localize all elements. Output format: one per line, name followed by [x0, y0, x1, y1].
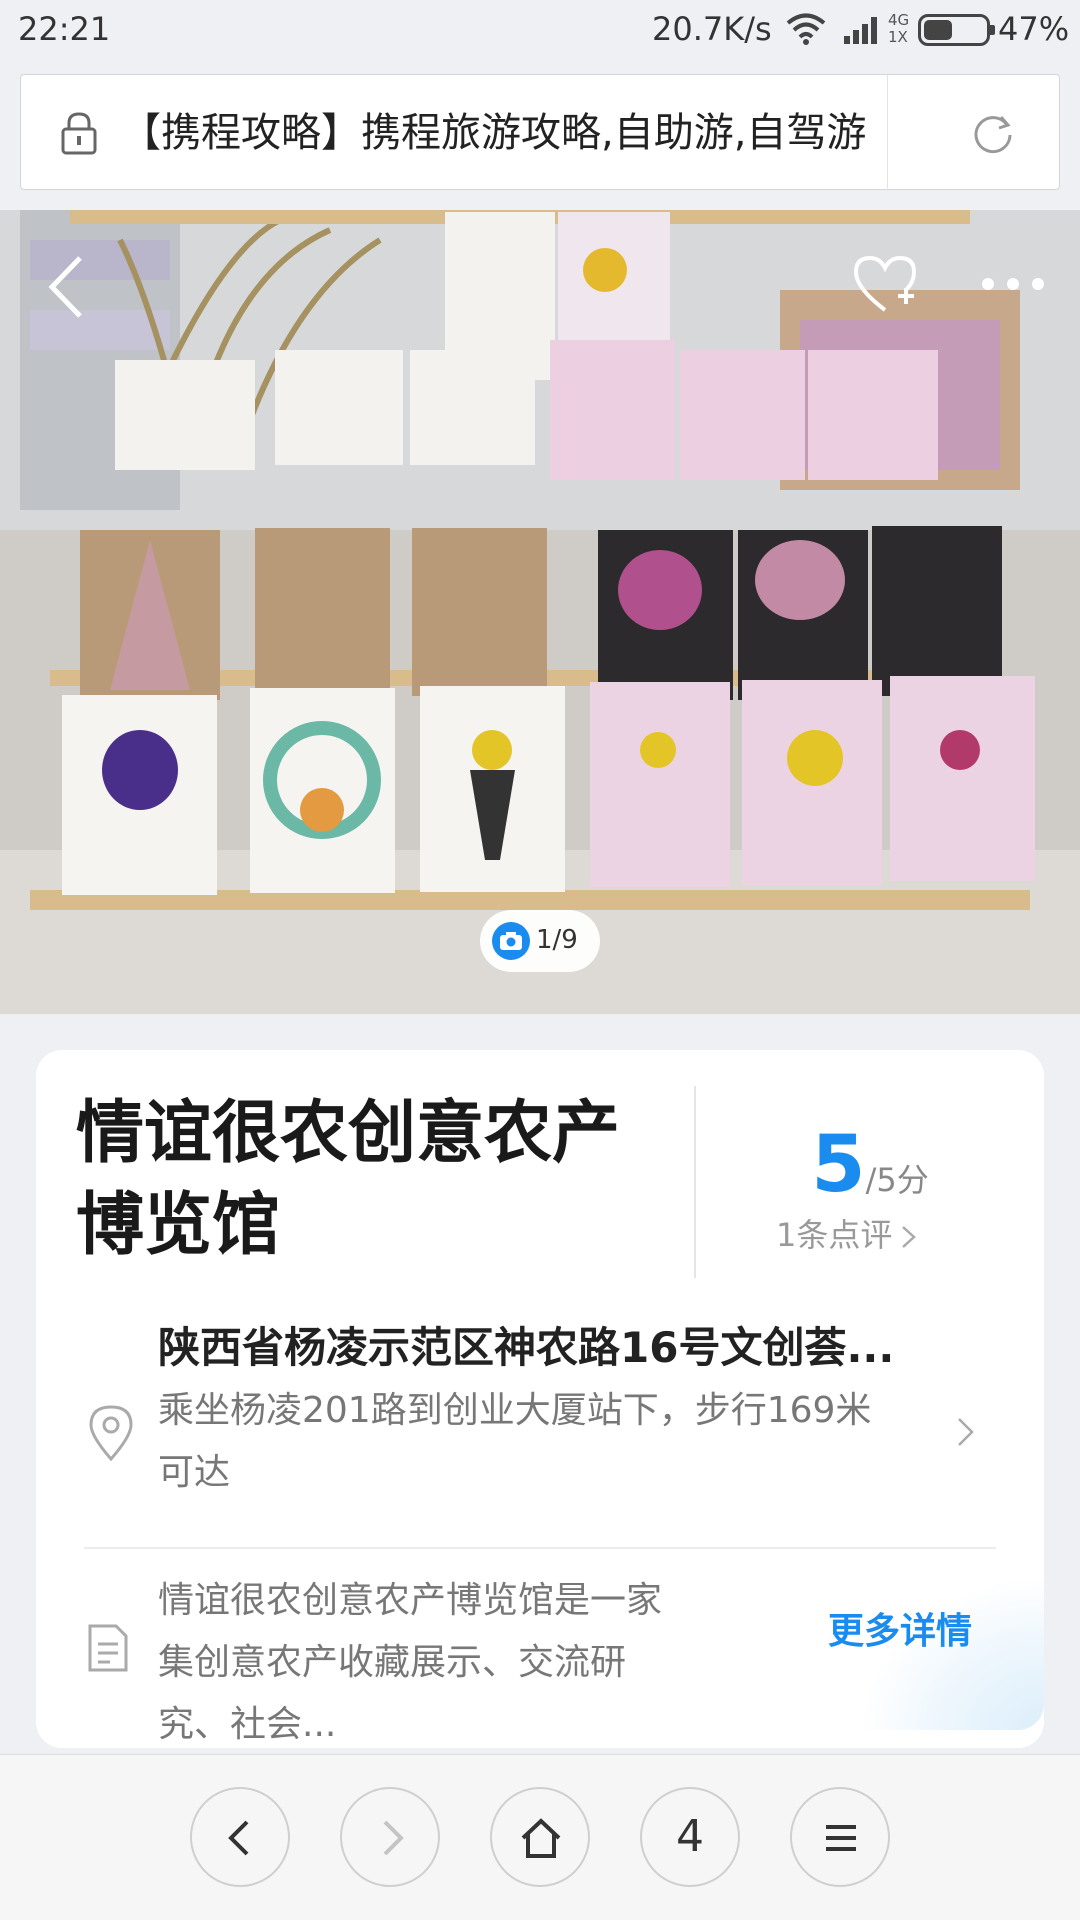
menu-icon: [826, 1825, 856, 1851]
document-icon: [88, 1624, 128, 1672]
intro-row[interactable]: 情谊很农创意农产博览馆是一家集创意农产收藏展示、交流研究、社会... 更多详情: [36, 1570, 1044, 1745]
chevron-left-icon: [228, 1820, 249, 1856]
wifi-icon: [786, 13, 826, 45]
signal-icon: [844, 17, 877, 44]
photo-counter[interactable]: 1/9: [480, 910, 600, 972]
browser-forward-button[interactable]: [340, 1787, 440, 1887]
rating: 5/5分: [696, 1120, 1044, 1210]
section-divider: [84, 1547, 996, 1549]
location-pin-icon: [89, 1405, 133, 1462]
more-icon[interactable]: [978, 274, 1048, 294]
rating-max: /5分: [865, 1161, 929, 1199]
chevron-right-icon: [958, 1418, 974, 1446]
intro-text: 情谊很农创意农产博览馆是一家集创意农产收藏展示、交流研究、社会...: [158, 1580, 663, 1745]
poi-title: 情谊很农创意农产博览馆: [76, 1094, 621, 1265]
network-type-bottom: 1X: [888, 28, 908, 46]
status-net-speed: 20.7K/s: [652, 10, 772, 48]
address-bar[interactable]: 【携程攻略】携程旅游攻略,自助游,自驾游: [20, 74, 1060, 191]
network-type-top: 4G: [888, 11, 910, 29]
address-divider: [887, 75, 888, 191]
dried-flower-cards-photo: [0, 210, 1080, 1014]
battery-fill: [924, 20, 952, 40]
battery-percent: 47%: [998, 10, 1070, 48]
camera-icon: [492, 922, 530, 960]
reviews-link[interactable]: 1条点评: [776, 1210, 918, 1256]
chevron-right-icon: [902, 1226, 917, 1248]
chevron-right-icon: [383, 1820, 404, 1856]
status-bar: 22:21 20.7K/s 4G 1X 47%: [0, 0, 1080, 62]
browser-bottom-nav: 4: [0, 1754, 1080, 1920]
hero-photo[interactable]: 1/9: [0, 210, 1080, 1014]
battery-icon: [918, 14, 995, 46]
battery-nub: [990, 25, 995, 35]
address-row[interactable]: 陕西省杨凌示范区神农路16号文创荟... 乘坐杨凌201路到创业大厦站下，步行1…: [36, 1308, 1044, 1538]
favorite-add-icon[interactable]: [852, 252, 918, 318]
transit-directions: 乘坐杨凌201路到创业大厦站下，步行169米可达: [158, 1390, 872, 1493]
poi-info-card: 情谊很农创意农产博览馆 5/5分 1条点评 陕西省杨凌示范区神农路16号文创荟.…: [36, 1050, 1044, 1748]
browser-menu-button[interactable]: [790, 1787, 890, 1887]
address-text: 陕西省杨凌示范区神农路16号文创荟...: [158, 1323, 895, 1372]
rating-score: 5: [811, 1120, 866, 1210]
reviews-link-label: 1条点评: [776, 1216, 893, 1254]
browser-back-button[interactable]: [190, 1787, 290, 1887]
browser-home-button[interactable]: [490, 1787, 590, 1887]
url-text[interactable]: 【携程攻略】携程旅游攻略,自助游,自驾游: [121, 105, 891, 161]
network-type: 4G 1X: [888, 12, 909, 46]
reload-icon[interactable]: [971, 111, 1015, 155]
home-icon: [521, 1818, 561, 1858]
tabs-count: 4: [676, 1811, 704, 1862]
photo-count: 1/9: [536, 925, 578, 955]
more-details-link[interactable]: 更多详情: [828, 1602, 972, 1654]
lock-icon: [61, 112, 97, 155]
back-icon[interactable]: [44, 254, 88, 320]
status-time: 22:21: [18, 10, 111, 48]
browser-tabs-button[interactable]: 4: [640, 1787, 740, 1887]
